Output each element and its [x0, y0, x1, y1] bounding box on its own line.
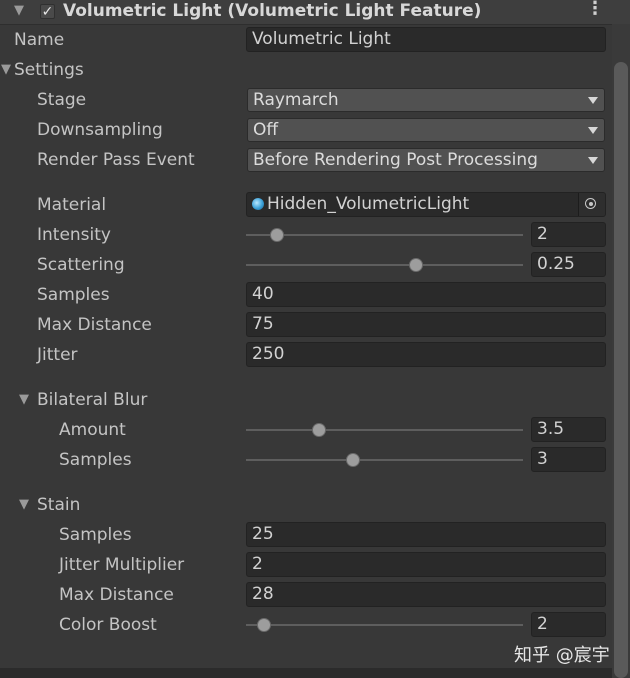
blur-samples-label: Samples: [59, 450, 132, 470]
material-value: Hidden_VolumetricLight: [267, 194, 470, 214]
blur-samples-slider-thumb[interactable]: [346, 453, 360, 467]
render-pass-event-dropdown[interactable]: Before Rendering Post Processing: [247, 148, 605, 172]
stain-max-distance-label: Max Distance: [59, 585, 174, 605]
stain-header[interactable]: Stain: [37, 493, 80, 517]
dropdown-arrow-icon: [588, 97, 598, 104]
name-field[interactable]: Volumetric Light: [246, 27, 606, 52]
material-sphere-icon: [252, 198, 264, 210]
name-label: Name: [14, 30, 65, 50]
panel-bottom-edge: [0, 668, 612, 678]
samples-label: Samples: [37, 285, 110, 305]
max-distance-field[interactable]: 75: [246, 312, 606, 337]
component-title: Volumetric Light (Volumetric Light Featu…: [63, 1, 482, 21]
component-enabled-checkbox[interactable]: ✓: [40, 4, 55, 19]
stage-label: Stage: [37, 90, 87, 110]
color-boost-slider-track[interactable]: [246, 624, 523, 626]
stain-foldout-icon[interactable]: ▼: [19, 497, 29, 512]
amount-label: Amount: [59, 420, 126, 440]
jitter-multiplier-label: Jitter Multiplier: [59, 555, 185, 575]
max-distance-label: Max Distance: [37, 315, 152, 335]
settings-header[interactable]: Settings: [14, 58, 84, 82]
material-label: Material: [37, 195, 107, 215]
scattering-value-field[interactable]: 0.25: [531, 252, 606, 277]
amount-slider-thumb[interactable]: [312, 423, 326, 437]
intensity-slider-thumb[interactable]: [270, 228, 284, 242]
stain-samples-field[interactable]: 25: [246, 522, 606, 547]
dropdown-arrow-icon: [588, 127, 598, 134]
downsampling-label: Downsampling: [37, 120, 163, 140]
stage-dropdown[interactable]: Raymarch: [247, 88, 605, 112]
color-boost-slider-thumb[interactable]: [257, 618, 271, 632]
stain-max-distance-field[interactable]: 28: [246, 582, 606, 607]
scattering-slider-thumb[interactable]: [409, 258, 423, 272]
watermark-text: 知乎 @宸宇: [514, 645, 610, 666]
stage-dropdown-value: Raymarch: [253, 90, 339, 110]
samples-field[interactable]: 40: [246, 282, 606, 307]
scattering-label: Scattering: [37, 255, 125, 275]
foldout-triangle-icon[interactable]: ▼: [14, 3, 24, 18]
intensity-value-field[interactable]: 2: [531, 222, 606, 247]
jitter-label: Jitter: [37, 345, 78, 365]
blur-samples-slider-track[interactable]: [246, 459, 523, 461]
downsampling-dropdown-value: Off: [253, 120, 279, 140]
render-pass-event-label: Render Pass Event: [37, 150, 195, 170]
downsampling-dropdown[interactable]: Off: [247, 118, 605, 142]
amount-value-field[interactable]: 3.5: [531, 417, 606, 442]
settings-foldout-icon[interactable]: ▼: [1, 62, 11, 77]
intensity-slider-track[interactable]: [246, 234, 523, 236]
jitter-multiplier-field[interactable]: 2: [246, 552, 606, 577]
color-boost-value-field[interactable]: 2: [531, 612, 606, 637]
bilateral-blur-header[interactable]: Bilateral Blur: [37, 388, 147, 412]
jitter-field[interactable]: 250: [246, 342, 606, 367]
material-object-field[interactable]: Hidden_VolumetricLight: [246, 192, 606, 217]
dropdown-arrow-icon: [588, 157, 598, 164]
bilateral-blur-foldout-icon[interactable]: ▼: [19, 392, 29, 407]
kebab-menu-icon[interactable]: ⋮: [586, 0, 604, 18]
amount-slider-track[interactable]: [246, 429, 523, 431]
scrollbar-thumb[interactable]: [614, 62, 628, 678]
object-picker-button[interactable]: [578, 193, 605, 216]
color-boost-label: Color Boost: [59, 615, 157, 635]
blur-samples-value-field[interactable]: 3: [531, 447, 606, 472]
scattering-slider-track[interactable]: [246, 264, 523, 266]
intensity-label: Intensity: [37, 225, 111, 245]
render-pass-event-dropdown-value: Before Rendering Post Processing: [253, 150, 538, 170]
stain-samples-label: Samples: [59, 525, 132, 545]
